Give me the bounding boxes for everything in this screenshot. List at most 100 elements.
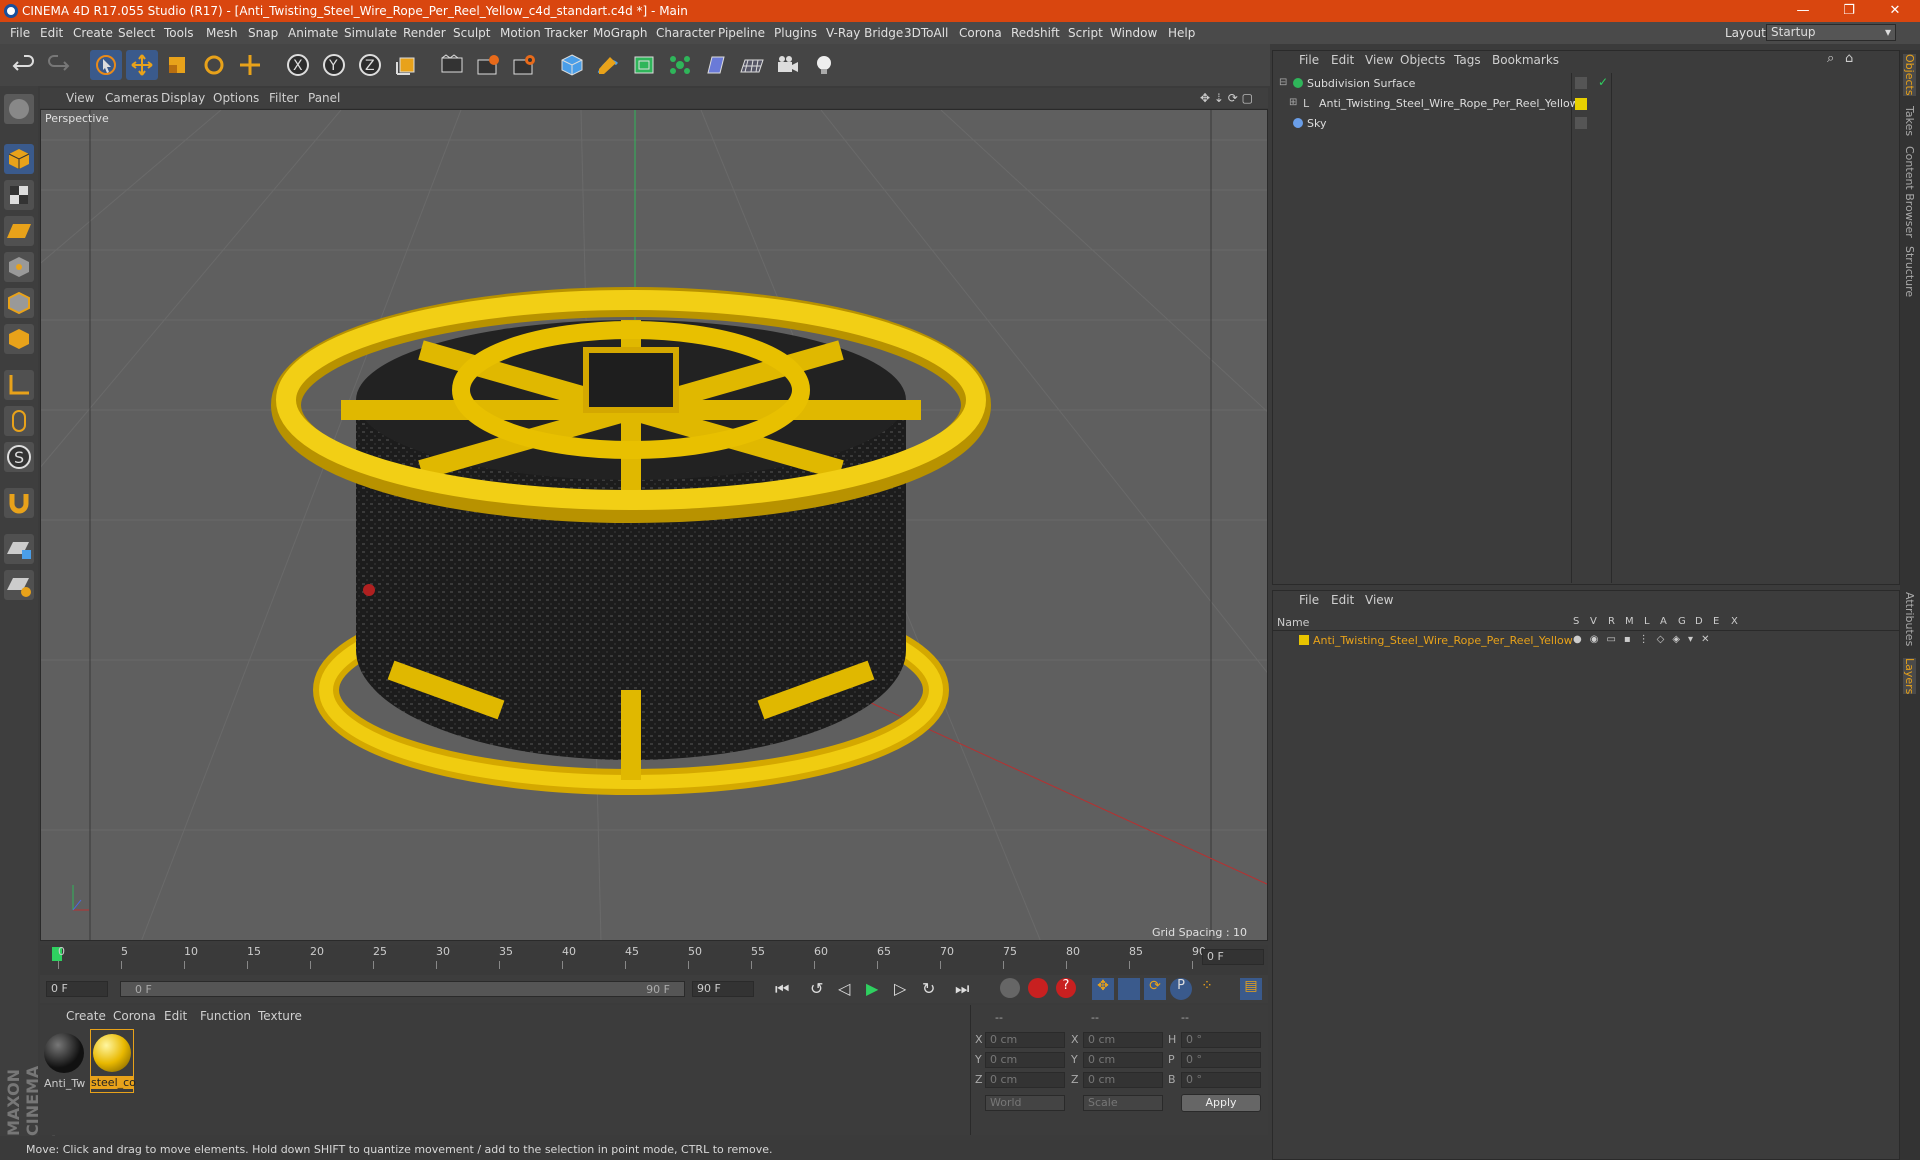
size-y-field[interactable]: 0 cm (1083, 1052, 1163, 1068)
next-key-icon[interactable]: ↻ (922, 979, 935, 998)
object-row[interactable]: ⊞ L Anti_Twisting_Steel_Wire_Rope_Per_Re… (1273, 95, 1901, 113)
obj-menu-objects[interactable]: Objects (1400, 53, 1445, 67)
next-frame-icon[interactable]: ▷ (894, 979, 906, 998)
obj-menu-bookmarks[interactable]: Bookmarks (1492, 53, 1559, 67)
edit-icon[interactable] (1575, 77, 1587, 89)
material-menu-create[interactable]: Create (66, 1009, 106, 1023)
transform-tool-button[interactable] (234, 50, 266, 80)
frame-range-slider[interactable]: 0 F 90 F (120, 981, 685, 997)
position-z-field[interactable]: 0 cm (985, 1072, 1065, 1088)
viewport-menu-filter[interactable]: Filter (269, 91, 299, 105)
render-picture-viewer-button[interactable] (472, 50, 504, 80)
menu-tools[interactable]: Tools (164, 26, 194, 40)
select-tool-button[interactable] (90, 50, 122, 80)
tab-structure[interactable]: Structure (1903, 246, 1916, 297)
key-scale-icon[interactable] (1118, 978, 1140, 1000)
rotation-h-field[interactable]: 0 ° (1181, 1032, 1261, 1048)
menu-file[interactable]: File (10, 26, 30, 40)
material-menu-corona[interactable]: Corona (113, 1009, 156, 1023)
layer-name[interactable]: Anti_Twisting_Steel_Wire_Rope_Per_Reel_Y… (1313, 634, 1573, 647)
array-button[interactable] (664, 50, 696, 80)
viewport-menu-view[interactable]: View (66, 91, 94, 105)
move-tool-button[interactable] (126, 50, 158, 80)
menu-animate[interactable]: Animate (288, 26, 338, 40)
obj-menu-file[interactable]: File (1299, 53, 1319, 67)
magnet-button[interactable] (4, 488, 34, 518)
snap-button[interactable]: S (4, 442, 34, 472)
rotation-b-field[interactable]: 0 ° (1181, 1072, 1261, 1088)
checkmark-icon[interactable]: ✓ (1598, 75, 1608, 89)
menu-create[interactable]: Create (73, 26, 113, 40)
layer-menu-edit[interactable]: Edit (1331, 593, 1354, 607)
viewport-menu-panel[interactable]: Panel (308, 91, 340, 105)
object-name[interactable]: Anti_Twisting_Steel_Wire_Rope_Per_Reel_Y… (1319, 97, 1579, 110)
expand-icon[interactable]: ⊟ (1279, 77, 1287, 88)
viewport-menu-cameras[interactable]: Cameras (105, 91, 158, 105)
menu-mograph[interactable]: MoGraph (593, 26, 648, 40)
scale-tool-button[interactable] (162, 50, 194, 80)
layer-row[interactable]: Anti_Twisting_Steel_Wire_Rope_Per_Reel_Y… (1273, 633, 1901, 649)
object-mode-button[interactable] (4, 144, 34, 174)
current-frame-field[interactable]: 0 F (1202, 949, 1264, 965)
viewport-menu-display[interactable]: Display (161, 91, 205, 105)
restore-button[interactable]: ❐ (1826, 0, 1872, 22)
tweak-mode-button[interactable] (4, 406, 34, 436)
lock-grid-button[interactable] (4, 534, 34, 564)
goto-start-icon[interactable]: ⏮ (775, 979, 789, 999)
goto-end-icon[interactable]: ⏭ (955, 979, 969, 999)
prev-key-icon[interactable]: ↺ (810, 979, 823, 998)
rotation-p-field[interactable]: 0 ° (1181, 1052, 1261, 1068)
reel-model[interactable] (271, 287, 991, 795)
key-rotation-icon[interactable]: ⟳ (1144, 978, 1166, 1000)
tab-content-browser[interactable]: Content Browser (1903, 146, 1916, 238)
workplane-button[interactable] (4, 216, 34, 246)
record-keys-icon[interactable] (1000, 978, 1020, 998)
home-icon[interactable]: ⌂ (1845, 51, 1853, 66)
x-axis-button[interactable]: X (282, 50, 314, 80)
key-pla-icon[interactable]: ⁘ (1196, 978, 1218, 1000)
polygons-mode-button[interactable] (4, 324, 34, 354)
cube-button[interactable] (556, 50, 588, 80)
size-x-field[interactable]: 0 cm (1083, 1032, 1163, 1048)
menu-simulate[interactable]: Simulate (344, 26, 397, 40)
minimize-button[interactable]: — (1780, 0, 1826, 22)
timeline-ruler[interactable]: 0 5 10 15 20 25 30 35 40 45 50 55 60 65 70 75 80 85 90 0 F (40, 945, 1268, 975)
key-position-icon[interactable]: ✥ (1092, 978, 1114, 1000)
menu-mesh[interactable]: Mesh (206, 26, 238, 40)
layer-flag-icons[interactable]: ●◉▭▪⋮◇◈▾✕ (1573, 634, 1717, 645)
render-view-button[interactable] (436, 50, 468, 80)
tab-attributes[interactable]: Attributes (1903, 592, 1916, 646)
object-name[interactable]: Sky (1307, 117, 1326, 130)
position-x-field[interactable]: 0 cm (985, 1032, 1065, 1048)
viewport-menu-options[interactable]: Options (213, 91, 259, 105)
y-axis-button[interactable]: Y (318, 50, 350, 80)
redo-button[interactable] (42, 50, 74, 80)
menu-redshift[interactable]: Redshift (1011, 26, 1060, 40)
tab-objects[interactable]: Objects (1903, 54, 1916, 96)
menu-edit[interactable]: Edit (40, 26, 63, 40)
obj-menu-view[interactable]: View (1365, 53, 1393, 67)
light-button[interactable] (808, 50, 840, 80)
z-axis-button[interactable]: Z (354, 50, 386, 80)
undo-button[interactable] (8, 50, 40, 80)
material-swatch-steel-co[interactable]: steel_co (90, 1029, 136, 1093)
menu-character[interactable]: Character (656, 26, 715, 40)
object-row[interactable]: ⊟ Subdivision Surface ✓ (1273, 75, 1901, 93)
menu-plugins[interactable]: Plugins (774, 26, 817, 40)
auto-key-icon[interactable] (1028, 978, 1048, 998)
keyframe-selection-icon[interactable]: ? (1056, 978, 1076, 998)
camera-button[interactable] (772, 50, 804, 80)
points-mode-button[interactable] (4, 252, 34, 282)
scale-dropdown[interactable]: Scale (1083, 1095, 1163, 1111)
start-frame-field[interactable]: 0 F (46, 981, 108, 997)
material-menu-edit[interactable]: Edit (164, 1009, 187, 1023)
render-settings-button[interactable] (508, 50, 540, 80)
model-mode-button[interactable] (4, 94, 34, 124)
key-param-icon[interactable]: P (1170, 978, 1192, 1000)
menu-motion-tracker[interactable]: Motion Tracker (500, 26, 588, 40)
menu-vray-bridge[interactable]: V-Ray Bridge (826, 26, 903, 40)
object-row[interactable]: Sky (1273, 115, 1901, 133)
menu-pipeline[interactable]: Pipeline (718, 26, 765, 40)
tab-layers[interactable]: Layers (1903, 658, 1916, 695)
layout-dropdown[interactable]: Startup ▾ (1766, 24, 1896, 41)
